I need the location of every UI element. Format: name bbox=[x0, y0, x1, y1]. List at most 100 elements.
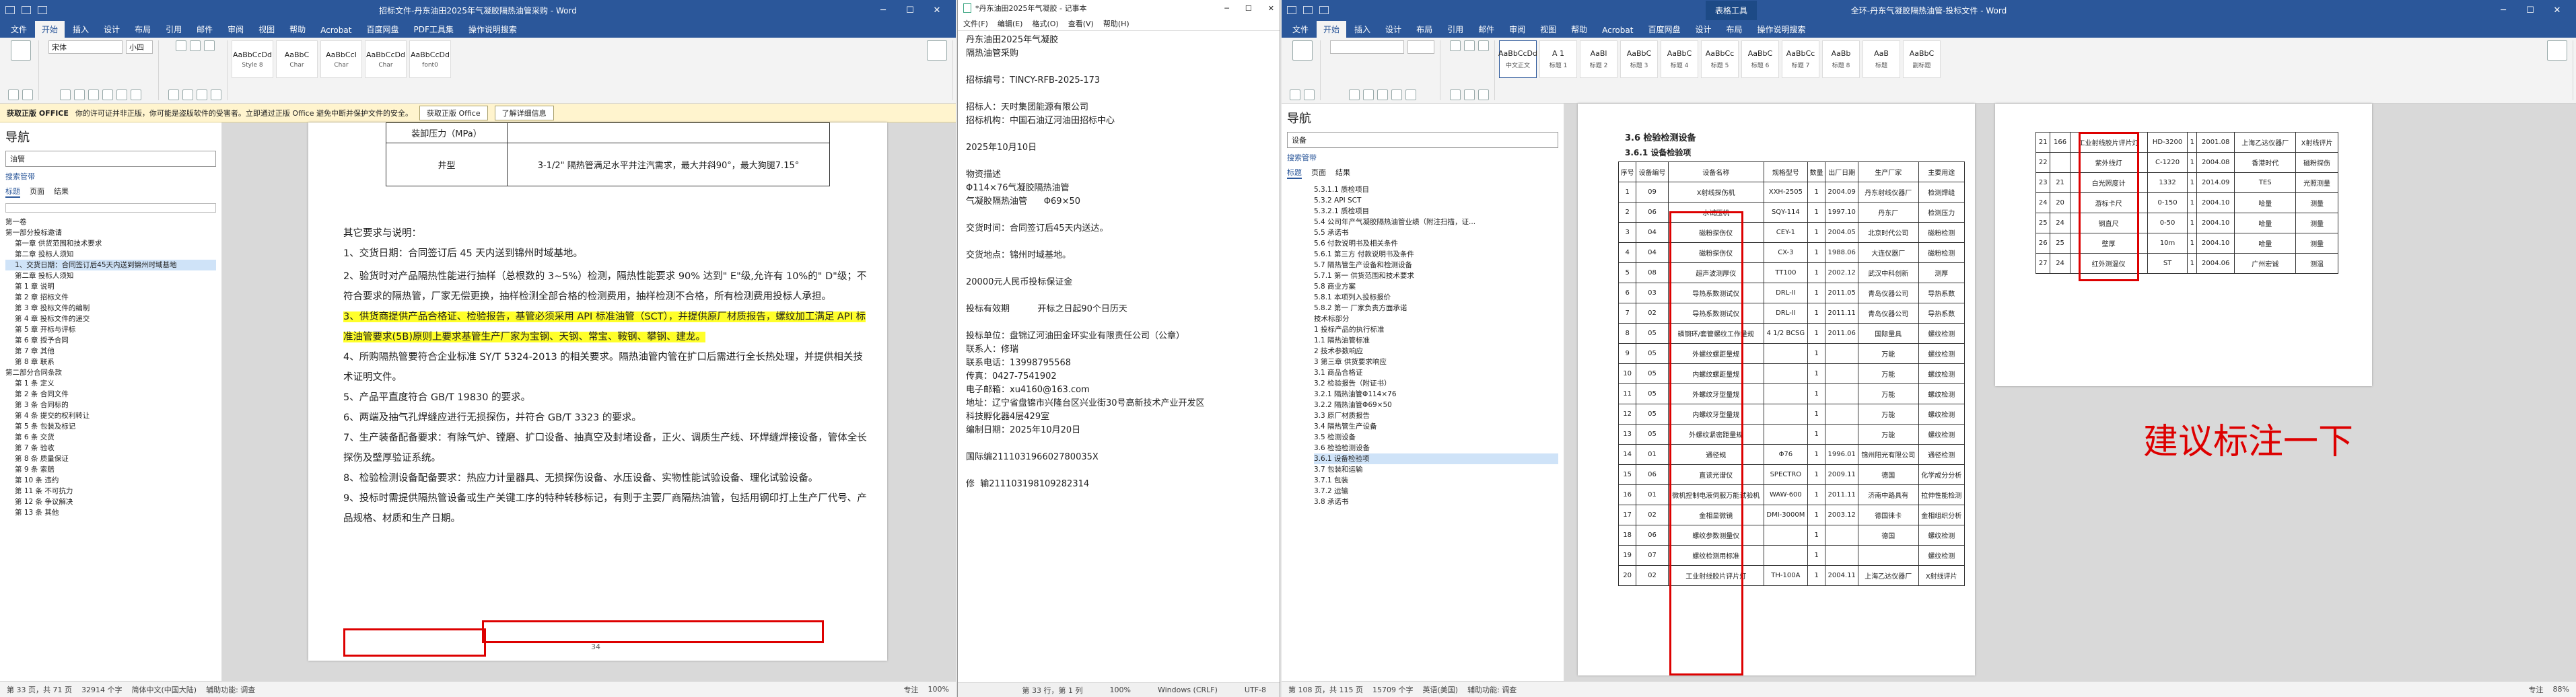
align-left-icon[interactable] bbox=[1450, 89, 1461, 100]
nav-heading-item[interactable]: 第一章 供货范围和技术要求 bbox=[5, 238, 216, 249]
justify-icon[interactable] bbox=[211, 89, 221, 100]
tab-mailings[interactable]: 邮件 bbox=[1471, 21, 1501, 38]
style-item[interactable]: AaBbCcDd 中文正文 bbox=[1498, 40, 1537, 78]
nav-heading-item[interactable]: 3.2 检验报告（附证书） bbox=[1314, 378, 1558, 389]
nav-heading-item[interactable]: 第 1 章 说明 bbox=[5, 281, 216, 292]
tab-references[interactable]: 引用 bbox=[159, 21, 188, 38]
tab-design[interactable]: 设计 bbox=[1379, 21, 1408, 38]
style-item[interactable]: AaB 标题 bbox=[1863, 40, 1900, 78]
tab-pdf[interactable]: PDF工具集 bbox=[407, 21, 460, 38]
bullets-icon[interactable] bbox=[1450, 40, 1461, 51]
nav-heading-item[interactable]: 5.4 公司年产气凝胶隔热油管业绩（附注扫描，证... bbox=[1314, 217, 1558, 227]
tell-me-search[interactable]: 操作说明搜索 bbox=[1751, 21, 1813, 38]
underline-icon[interactable] bbox=[88, 89, 99, 100]
nav-heading-item[interactable]: 5.7 隔热管生产设备和检测设备 bbox=[1314, 260, 1558, 270]
nav-heading-item[interactable]: 第 1 条 定义 bbox=[5, 378, 216, 389]
nav-heading-item[interactable]: 第 2 条 合同文件 bbox=[5, 389, 216, 400]
font-size-box[interactable]: 小四 bbox=[126, 40, 153, 54]
italic-icon[interactable] bbox=[1362, 89, 1374, 100]
indent-icon[interactable] bbox=[1478, 40, 1489, 51]
menu-help[interactable]: 帮助(H) bbox=[1103, 18, 1129, 29]
tab-review[interactable]: 审阅 bbox=[1502, 21, 1532, 38]
find-icon[interactable] bbox=[927, 40, 947, 61]
status-words[interactable]: 15709 个字 bbox=[1372, 684, 1414, 695]
nav-heading-item[interactable]: 第 11 条 不可抗力 bbox=[5, 486, 216, 497]
tab-help[interactable]: 帮助 bbox=[1564, 21, 1594, 38]
tab-view[interactable]: 视图 bbox=[252, 21, 281, 38]
nav-heading-item[interactable]: 2 技术参数响应 bbox=[1314, 346, 1558, 357]
tab-table-design[interactable]: 设计 bbox=[1688, 21, 1718, 38]
status-page[interactable]: 第 33 页，共 71 页 bbox=[7, 684, 72, 695]
strikethrough-icon[interactable] bbox=[102, 89, 113, 100]
status-accessibility[interactable]: 辅助功能: 调查 bbox=[206, 684, 255, 695]
nav-heading-item[interactable]: 第一卷 bbox=[5, 217, 216, 227]
nav-heading-item[interactable]: 5.7.1 第一 供货范围和技术要求 bbox=[1314, 270, 1558, 281]
bold-icon[interactable] bbox=[1348, 89, 1360, 100]
tab-view[interactable]: 视图 bbox=[1533, 21, 1563, 38]
notepad-text-area[interactable]: 丹东油田2025年气凝胶 隔热油管采购 招标编号：TINCY-RFB-2025-17… bbox=[958, 31, 1280, 494]
style-item[interactable]: AaBbC 标题 6 bbox=[1741, 40, 1779, 78]
redo-icon[interactable] bbox=[1319, 6, 1329, 14]
tab-layout[interactable]: 布局 bbox=[1409, 21, 1439, 38]
style-item[interactable]: A 1 标题 1 bbox=[1539, 40, 1577, 78]
align-center-icon[interactable] bbox=[1464, 89, 1475, 100]
font-color-icon[interactable] bbox=[1391, 89, 1402, 100]
tell-me-search[interactable]: 操作说明搜索 bbox=[462, 21, 524, 38]
nav-heading-item[interactable]: 第二章 投标人须知 bbox=[5, 270, 216, 281]
nav-heading-item[interactable]: 3.6 检验检测设备 bbox=[1314, 443, 1558, 453]
tab-mailings[interactable]: 邮件 bbox=[190, 21, 219, 38]
nav-heading-item[interactable]: 第二章 投标人须知 bbox=[5, 249, 216, 260]
zoom-level[interactable]: 88% bbox=[2553, 685, 2569, 694]
status-language[interactable]: 简体中文(中国大陆) bbox=[131, 684, 197, 695]
nav-result-link[interactable]: 搜索管带 bbox=[5, 171, 216, 182]
cut-icon[interactable] bbox=[8, 89, 19, 100]
get-genuine-button[interactable]: 获取正版 Office bbox=[419, 105, 488, 120]
nav-heading-item[interactable]: 第 3 章 投标文件的编制 bbox=[5, 303, 216, 314]
style-item[interactable]: AaBbCcI Char bbox=[320, 40, 362, 78]
font-name-box[interactable]: 宋体 bbox=[48, 40, 123, 54]
nav-heading-item[interactable]: 5.6 付款说明书及相关条件 bbox=[1314, 238, 1558, 249]
nav-search-input[interactable]: 油管 bbox=[5, 151, 216, 167]
style-item[interactable]: AaBbCc 标题 5 bbox=[1701, 40, 1739, 78]
highlight-icon[interactable] bbox=[131, 89, 141, 100]
nav-heading-item[interactable]: 第 10 条 违约 bbox=[5, 475, 216, 486]
nav-search-input[interactable]: 设备 bbox=[1287, 132, 1558, 148]
tab-layout[interactable]: 布局 bbox=[128, 21, 158, 38]
nav-heading-item[interactable]: 第 12 条 争议解决 bbox=[5, 497, 216, 507]
tab-home[interactable]: 开始 bbox=[35, 21, 65, 38]
menu-file[interactable]: 文件(F) bbox=[963, 18, 988, 29]
nav-heading-item[interactable]: 第 5 条 包装及标记 bbox=[5, 421, 216, 432]
maximize-icon[interactable]: ☐ bbox=[897, 5, 924, 15]
maximize-icon[interactable]: ☐ bbox=[1245, 4, 1252, 13]
nav-heading-item[interactable]: 第 8 章 联系 bbox=[5, 357, 216, 367]
nav-tab-pages[interactable]: 页面 bbox=[1311, 167, 1326, 179]
style-item[interactable]: AaBbCc 标题 7 bbox=[1782, 40, 1819, 78]
status-page[interactable]: 第 108 页，共 115 页 bbox=[1288, 684, 1363, 695]
save-icon[interactable] bbox=[5, 6, 15, 14]
undo-icon[interactable] bbox=[1303, 6, 1313, 14]
nav-heading-item[interactable]: 3.7 包装和运输 bbox=[1314, 464, 1558, 475]
tab-review[interactable]: 审阅 bbox=[221, 21, 250, 38]
redo-icon[interactable] bbox=[38, 6, 47, 14]
paste-icon[interactable] bbox=[10, 40, 31, 61]
align-right-icon[interactable] bbox=[1478, 89, 1489, 100]
minimize-icon[interactable]: ─ bbox=[870, 5, 897, 15]
style-item[interactable]: AaBbC 标题 4 bbox=[1661, 40, 1698, 78]
align-center-icon[interactable] bbox=[182, 89, 193, 100]
nav-heading-item[interactable]: 3.5 检测设备 bbox=[1314, 432, 1558, 443]
nav-heading-item[interactable]: 第 8 条 质量保证 bbox=[5, 453, 216, 464]
style-item[interactable]: AaBbC 副标题 bbox=[1903, 40, 1941, 78]
nav-heading-item[interactable]: 5.3.2.1 质检项目 bbox=[1314, 206, 1558, 217]
find-icon[interactable] bbox=[2547, 40, 2567, 61]
zoom-level[interactable]: 100% bbox=[928, 685, 949, 694]
nav-heading-item[interactable]: 5.8.2 第一 厂家负责方面承诺 bbox=[1314, 303, 1558, 314]
nav-heading-item[interactable]: 5.6.1 第三方 付款说明书及条件 bbox=[1314, 249, 1558, 260]
nav-heading-item[interactable]: 5.8.1 本项列入投标报价 bbox=[1314, 292, 1558, 303]
style-item[interactable]: AaBbCcDd Style 8 bbox=[232, 40, 273, 78]
nav-filter-box[interactable] bbox=[5, 203, 216, 213]
tab-insert[interactable]: 插入 bbox=[1348, 21, 1377, 38]
nav-tab-pages[interactable]: 页面 bbox=[30, 186, 44, 198]
paste-icon[interactable] bbox=[1292, 40, 1313, 61]
nav-heading-item[interactable]: 第一部分投标邀请 bbox=[5, 227, 216, 238]
nav-heading-item[interactable]: 3.6.1 设备检验项 bbox=[1314, 453, 1558, 464]
